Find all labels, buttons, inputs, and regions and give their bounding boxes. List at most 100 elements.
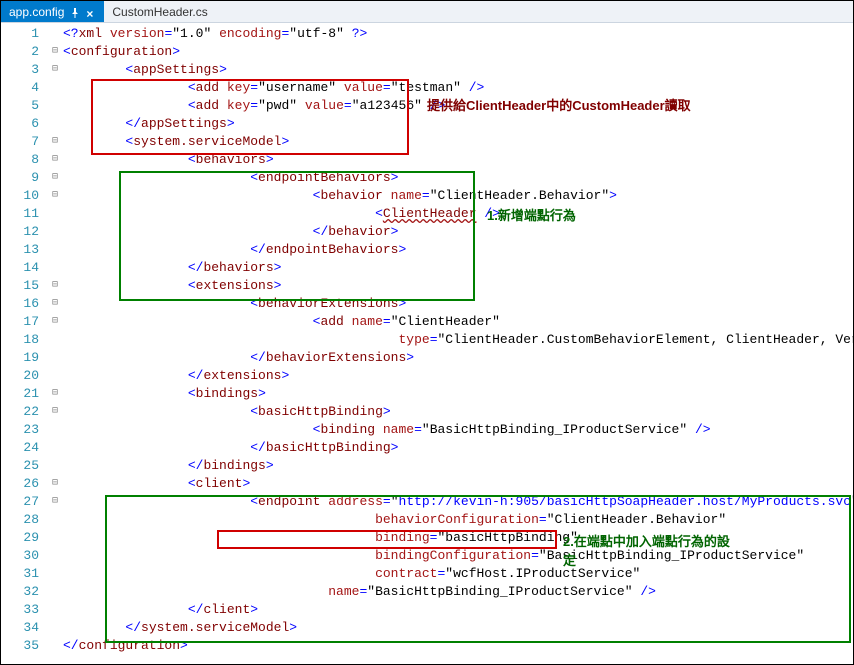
fold-toggle[interactable]: ⊟ — [47, 151, 63, 169]
pin-icon[interactable] — [70, 7, 80, 17]
code-line[interactable]: binding="basicHttpBinding" — [63, 529, 853, 547]
line-number: 23 — [1, 421, 47, 439]
line-number: 13 — [1, 241, 47, 259]
code-line[interactable]: </appSettings> — [63, 115, 853, 133]
fold-toggle[interactable]: ⊟ — [47, 493, 63, 511]
fold-toggle — [47, 637, 63, 655]
code-line[interactable]: behaviorConfiguration="ClientHeader.Beha… — [63, 511, 853, 529]
fold-toggle — [47, 259, 63, 277]
line-number: 24 — [1, 439, 47, 457]
fold-toggle[interactable]: ⊟ — [47, 61, 63, 79]
line-number: 11 — [1, 205, 47, 223]
fold-toggle[interactable]: ⊟ — [47, 43, 63, 61]
code-line[interactable]: <client> — [63, 475, 853, 493]
code-line[interactable]: name="BasicHttpBinding_IProductService" … — [63, 583, 853, 601]
code-editor[interactable]: 1234567891011121314151617181920212223242… — [1, 23, 853, 664]
fold-toggle[interactable]: ⊟ — [47, 169, 63, 187]
fold-toggle — [47, 529, 63, 547]
line-number: 14 — [1, 259, 47, 277]
fold-toggle — [47, 601, 63, 619]
code-line[interactable]: <add key="username" value="testman" /> — [63, 79, 853, 97]
code-line[interactable]: <add key="pwd" value="a123456" /> — [63, 97, 853, 115]
code-line[interactable]: <behavior name="ClientHeader.Behavior"> — [63, 187, 853, 205]
fold-toggle — [47, 79, 63, 97]
fold-toggle — [47, 457, 63, 475]
code-line[interactable]: </client> — [63, 601, 853, 619]
tab-custom-header[interactable]: CustomHeader.cs — [104, 1, 215, 22]
code-line[interactable]: <behaviorExtensions> — [63, 295, 853, 313]
line-number: 25 — [1, 457, 47, 475]
tab-bar: app.config × CustomHeader.cs — [1, 1, 853, 23]
code-line[interactable]: </behavior> — [63, 223, 853, 241]
code-line[interactable]: type="ClientHeader.CustomBehaviorElement… — [63, 331, 853, 349]
code-line[interactable]: <ClientHeader /> — [63, 205, 853, 223]
code-line[interactable]: <extensions> — [63, 277, 853, 295]
line-number: 6 — [1, 115, 47, 133]
line-number: 29 — [1, 529, 47, 547]
line-number: 21 — [1, 385, 47, 403]
code-line[interactable]: </bindings> — [63, 457, 853, 475]
code-line[interactable]: <appSettings> — [63, 61, 853, 79]
line-number: 26 — [1, 475, 47, 493]
line-number: 7 — [1, 133, 47, 151]
fold-gutter: ⊟⊟⊟⊟⊟⊟⊟⊟⊟⊟⊟⊟⊟ — [47, 23, 63, 664]
editor-frame: app.config × CustomHeader.cs 12345678910… — [0, 0, 854, 665]
fold-toggle[interactable]: ⊟ — [47, 403, 63, 421]
code-line[interactable]: </extensions> — [63, 367, 853, 385]
code-line[interactable]: <endpointBehaviors> — [63, 169, 853, 187]
code-line[interactable]: <behaviors> — [63, 151, 853, 169]
fold-toggle[interactable]: ⊟ — [47, 385, 63, 403]
code-area[interactable]: <?xml version="1.0" encoding="utf-8" ?><… — [63, 23, 853, 664]
code-line[interactable]: <?xml version="1.0" encoding="utf-8" ?> — [63, 25, 853, 43]
code-line[interactable]: </endpointBehaviors> — [63, 241, 853, 259]
code-line[interactable]: <endpoint address="http://kevin-h:905/ba… — [63, 493, 853, 511]
line-number: 20 — [1, 367, 47, 385]
tab-app-config[interactable]: app.config × — [1, 1, 104, 22]
fold-toggle — [47, 583, 63, 601]
fold-toggle — [47, 223, 63, 241]
code-line[interactable]: <basicHttpBinding> — [63, 403, 853, 421]
line-number: 35 — [1, 637, 47, 655]
fold-toggle — [47, 25, 63, 43]
fold-toggle[interactable]: ⊟ — [47, 187, 63, 205]
code-line[interactable]: <system.serviceModel> — [63, 133, 853, 151]
line-number-gutter: 1234567891011121314151617181920212223242… — [1, 23, 47, 664]
fold-toggle — [47, 331, 63, 349]
fold-toggle[interactable]: ⊟ — [47, 133, 63, 151]
fold-toggle[interactable]: ⊟ — [47, 277, 63, 295]
fold-toggle[interactable]: ⊟ — [47, 475, 63, 493]
line-number: 28 — [1, 511, 47, 529]
code-line[interactable]: <add name="ClientHeader" — [63, 313, 853, 331]
line-number: 9 — [1, 169, 47, 187]
code-line[interactable]: </behaviors> — [63, 259, 853, 277]
fold-toggle[interactable]: ⊟ — [47, 295, 63, 313]
fold-toggle — [47, 439, 63, 457]
fold-toggle — [47, 349, 63, 367]
line-number: 31 — [1, 565, 47, 583]
fold-toggle[interactable]: ⊟ — [47, 313, 63, 331]
fold-toggle — [47, 619, 63, 637]
line-number: 4 — [1, 79, 47, 97]
fold-toggle — [47, 547, 63, 565]
line-number: 17 — [1, 313, 47, 331]
close-icon[interactable]: × — [86, 7, 96, 17]
fold-toggle — [47, 241, 63, 259]
line-number: 5 — [1, 97, 47, 115]
code-line[interactable]: contract="wcfHost.IProductService" — [63, 565, 853, 583]
code-line[interactable]: </configuration> — [63, 637, 853, 655]
code-line[interactable]: </basicHttpBinding> — [63, 439, 853, 457]
code-line[interactable]: <bindings> — [63, 385, 853, 403]
line-number: 1 — [1, 25, 47, 43]
code-line[interactable]: <configuration> — [63, 43, 853, 61]
code-line[interactable]: </behaviorExtensions> — [63, 349, 853, 367]
code-line[interactable]: bindingConfiguration="BasicHttpBinding_I… — [63, 547, 853, 565]
code-line[interactable]: <binding name="BasicHttpBinding_IProduct… — [63, 421, 853, 439]
fold-toggle — [47, 421, 63, 439]
line-number: 2 — [1, 43, 47, 61]
line-number: 10 — [1, 187, 47, 205]
fold-toggle — [47, 565, 63, 583]
line-number: 33 — [1, 601, 47, 619]
code-line[interactable]: </system.serviceModel> — [63, 619, 853, 637]
line-number: 15 — [1, 277, 47, 295]
fold-toggle — [47, 97, 63, 115]
